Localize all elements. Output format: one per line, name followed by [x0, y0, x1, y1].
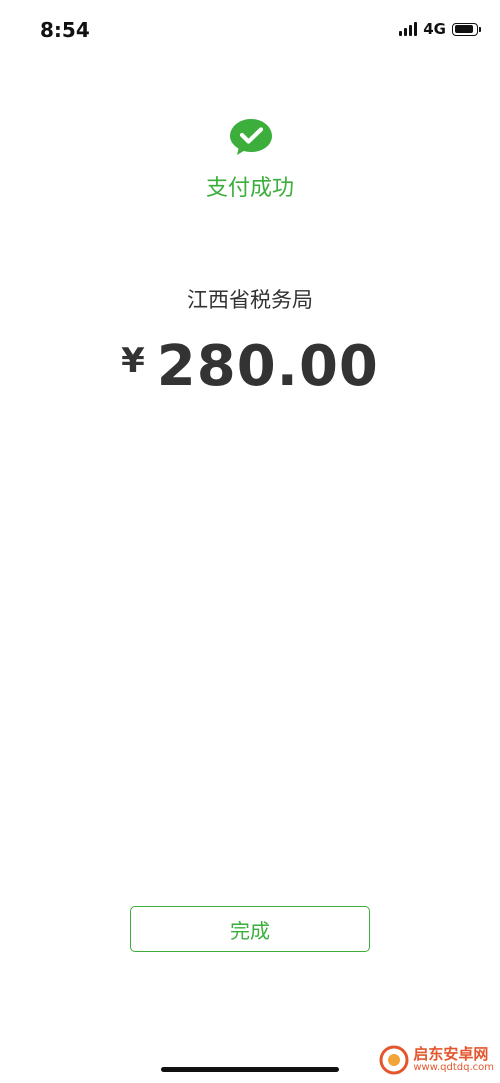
status-indicators: 4G [399, 20, 481, 38]
amount-value: 280.00 [156, 334, 379, 399]
wechat-pay-success-icon [230, 119, 272, 155]
signal-icon [399, 22, 418, 36]
payment-success-title: 支付成功 [205, 176, 294, 201]
watermark-logo-icon [379, 1045, 409, 1075]
home-indicator[interactable] [161, 1067, 339, 1072]
status-bar: 8:54 4G [0, 0, 500, 60]
done-button[interactable]: 完成 [130, 906, 370, 952]
battery-fill [454, 25, 473, 33]
network-type: 4G [423, 20, 446, 38]
currency-symbol: ¥ [121, 340, 145, 381]
watermark-title: 启东安卓网 [413, 1044, 489, 1063]
payment-amount: ¥ 280.00 [0, 334, 500, 399]
battery-icon [452, 22, 481, 36]
watermark-url: www.qdtdq.com [413, 1061, 494, 1073]
payee-name: 江西省税务局 [187, 288, 313, 312]
watermark: 启东安卓网 www.qdtdq.com [379, 1045, 494, 1075]
status-time: 8:54 [40, 18, 90, 42]
